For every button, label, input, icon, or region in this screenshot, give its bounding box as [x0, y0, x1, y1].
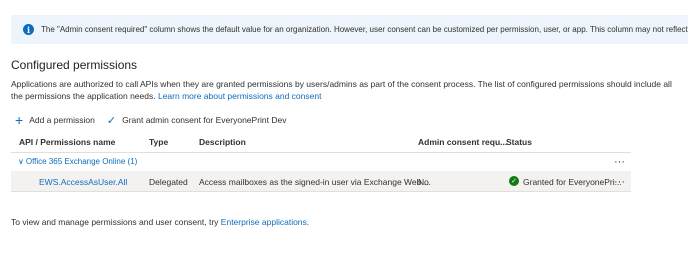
learn-more-link[interactable]: Learn more about permissions and consent [158, 91, 321, 101]
row-more-icon[interactable]: ··· [614, 177, 625, 188]
permission-description: Access mailboxes as the signed-in user v… [199, 177, 431, 187]
info-icon: i [23, 24, 34, 35]
column-header-type[interactable]: Type [149, 137, 168, 147]
group-row: ∨ Office 365 Exchange Online (1) ··· [11, 152, 631, 170]
status-text: Granted for EveryonePri... [523, 177, 622, 187]
footer-suffix: . [306, 217, 310, 227]
footer-text: To view and manage permissions and user … [11, 217, 309, 227]
table-row: EWS.AccessAsUser.All Delegated Access ma… [11, 171, 631, 192]
table-header: API / Permissions name Type Description … [11, 134, 631, 150]
column-header-status[interactable]: Status [506, 137, 532, 147]
admin-consent-value: No [418, 177, 429, 187]
command-bar: + Add a permission ✓ Grant admin consent… [15, 113, 299, 127]
success-check-icon: ✓ [509, 176, 519, 186]
column-header-description[interactable]: Description [199, 137, 246, 147]
group-label: Office 365 Exchange Online (1) [25, 157, 138, 166]
banner-text: The "Admin consent required" column show… [41, 25, 688, 34]
add-permission-label: Add a permission [29, 115, 95, 125]
grant-consent-label: Grant admin consent for EveryonePrint De… [122, 115, 287, 125]
enterprise-applications-link[interactable]: Enterprise applications [221, 217, 307, 227]
chevron-down-icon: ∨ [18, 157, 24, 166]
description-text: Applications are authorized to call APIs… [11, 79, 672, 101]
section-title: Configured permissions [11, 58, 138, 72]
grant-admin-consent-button[interactable]: ✓ Grant admin consent for EveryonePrint … [107, 114, 287, 127]
info-banner: i The "Admin consent required" column sh… [11, 15, 688, 44]
more-icon[interactable]: ··· [614, 157, 625, 168]
permission-type: Delegated [149, 177, 188, 187]
column-header-api[interactable]: API / Permissions name [19, 137, 115, 147]
checkmark-icon: ✓ [106, 114, 117, 127]
footer-label: To view and manage permissions and user … [11, 217, 219, 227]
add-permission-button[interactable]: + Add a permission [15, 112, 95, 128]
column-header-admin-consent[interactable]: Admin consent requ... [418, 137, 507, 147]
permission-name-link[interactable]: EWS.AccessAsUser.All [39, 177, 127, 187]
group-toggle[interactable]: ∨ Office 365 Exchange Online (1) [18, 157, 137, 166]
section-description: Applications are authorized to call APIs… [11, 78, 681, 102]
plus-icon: + [15, 112, 24, 128]
